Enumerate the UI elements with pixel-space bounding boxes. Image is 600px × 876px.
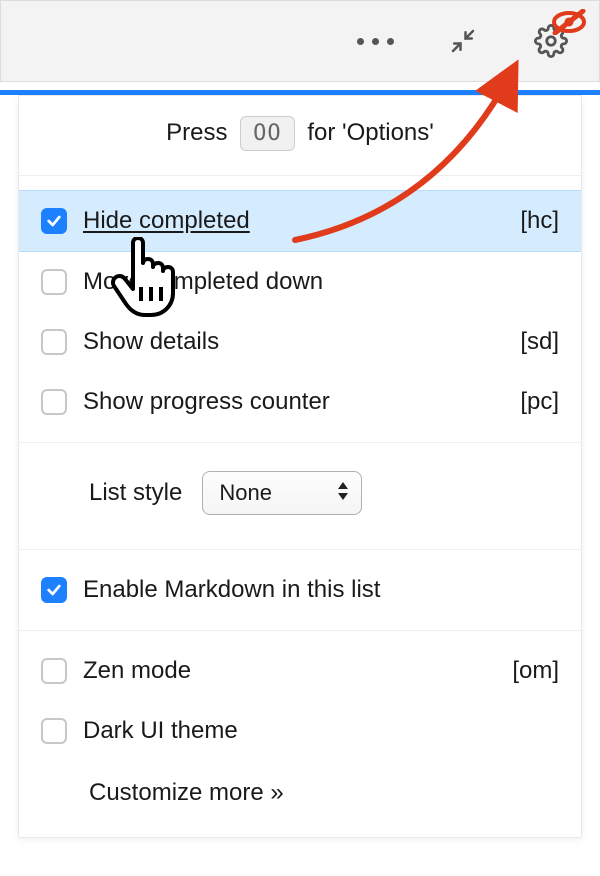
option-show-details[interactable]: Show details [sd]: [19, 312, 581, 372]
list-style-select[interactable]: None: [202, 471, 362, 515]
option-enable-markdown[interactable]: Enable Markdown in this list: [19, 560, 581, 620]
list-style-value: None: [219, 480, 272, 505]
keyboard-hint: Press OO for 'Options': [19, 96, 581, 176]
option-shortcut: [sd]: [520, 328, 559, 356]
checkbox[interactable]: [41, 718, 67, 744]
more-icon[interactable]: [357, 23, 393, 59]
checkbox[interactable]: [41, 208, 67, 234]
hint-key: OO: [240, 116, 295, 151]
gear-icon[interactable]: [533, 23, 569, 59]
chevron-updown-icon: [337, 480, 349, 506]
app-frame: Press OO for 'Options' Hide completed [h…: [0, 0, 600, 876]
hint-suffix: for 'Options': [307, 119, 434, 146]
divider: [19, 630, 581, 631]
hint-prefix: Press: [166, 119, 227, 146]
checkbox[interactable]: [41, 269, 67, 295]
divider: [19, 442, 581, 443]
option-label: Move completed down: [83, 268, 323, 296]
collapse-icon[interactable]: [445, 23, 481, 59]
divider: [19, 549, 581, 550]
option-shortcut: [hc]: [520, 207, 559, 235]
option-move-completed-down[interactable]: Move completed down: [19, 252, 581, 312]
checkbox[interactable]: [41, 329, 67, 355]
option-shortcut: [pc]: [520, 388, 559, 416]
customize-label: Customize more »: [89, 779, 284, 806]
option-label: Hide completed: [83, 207, 250, 235]
option-shortcut: [om]: [512, 657, 559, 685]
checkbox[interactable]: [41, 389, 67, 415]
list-style-row: List style None: [19, 453, 581, 539]
option-dark-ui[interactable]: Dark UI theme: [19, 701, 581, 761]
option-label: Enable Markdown in this list: [83, 576, 380, 604]
option-show-progress-counter[interactable]: Show progress counter [pc]: [19, 372, 581, 432]
option-label: Show details: [83, 328, 219, 356]
checkbox[interactable]: [41, 658, 67, 684]
option-hide-completed[interactable]: Hide completed [hc]: [19, 190, 581, 252]
toolbar: [0, 0, 600, 82]
option-label: Dark UI theme: [83, 717, 238, 745]
option-label: Zen mode: [83, 657, 191, 685]
checkbox[interactable]: [41, 577, 67, 603]
customize-more-link[interactable]: Customize more »: [19, 761, 581, 817]
option-label: Show progress counter: [83, 388, 330, 416]
options-panel: Press OO for 'Options' Hide completed [h…: [18, 95, 582, 838]
eye-off-icon: [551, 9, 587, 40]
ellipsis-dots: [357, 38, 394, 45]
option-zen-mode[interactable]: Zen mode [om]: [19, 641, 581, 701]
list-style-label: List style: [89, 479, 182, 507]
